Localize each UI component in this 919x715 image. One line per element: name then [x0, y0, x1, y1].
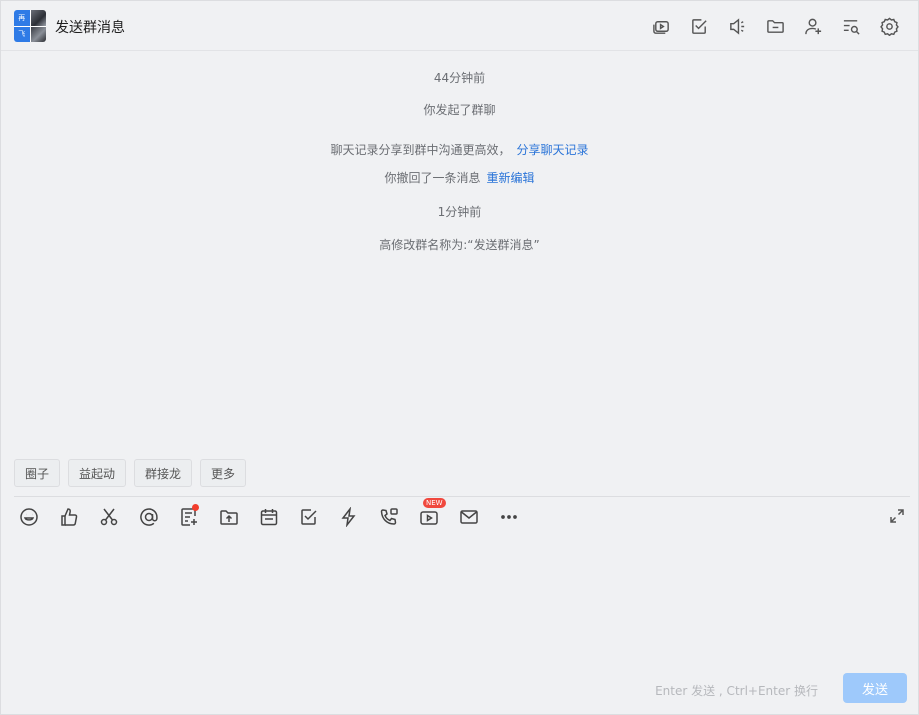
- re-edit-link[interactable]: 重新编辑: [487, 171, 535, 185]
- chat-window: 再 飞 发送群消息 44分钟前 你发起了群聊 聊天记录分享到群中沟通更高效， 分…: [0, 0, 919, 715]
- expand-icon[interactable]: [889, 508, 907, 526]
- search-history-icon[interactable]: [832, 15, 870, 37]
- timestamp: 1分钟前: [437, 205, 482, 219]
- add-member-icon[interactable]: [794, 15, 832, 37]
- chat-header: 再 飞 发送群消息: [1, 1, 918, 51]
- notification-dot: [192, 504, 199, 511]
- share-text: 聊天记录分享到群中沟通更高效，: [330, 143, 511, 157]
- doc-add-icon[interactable]: [169, 504, 209, 530]
- composer-toolbar: NEW: [9, 498, 529, 530]
- scissors-icon[interactable]: [89, 504, 129, 530]
- task-check-icon[interactable]: [289, 504, 329, 530]
- mail-icon[interactable]: [449, 504, 489, 530]
- chip-more[interactable]: 更多: [200, 459, 247, 487]
- file-upload-icon[interactable]: [209, 504, 249, 530]
- emoji-icon[interactable]: [9, 504, 49, 530]
- chip-circle[interactable]: 圈子: [14, 459, 61, 487]
- system-message-rename: 高修改群名称为:“发送群消息”: [379, 238, 540, 252]
- call-icon[interactable]: [369, 504, 409, 530]
- thumbs-up-icon[interactable]: [49, 504, 89, 530]
- system-message-recall: 你撤回了一条消息 重新编辑: [1, 169, 918, 186]
- folder-icon[interactable]: [756, 15, 794, 37]
- screen-share-icon[interactable]: [642, 15, 680, 37]
- send-button[interactable]: 发送: [843, 673, 907, 703]
- mention-icon[interactable]: [129, 504, 169, 530]
- calendar-icon[interactable]: [249, 504, 289, 530]
- share-history-link[interactable]: 分享聊天记录: [517, 143, 589, 157]
- chat-title[interactable]: 发送群消息: [55, 17, 125, 37]
- avatar-tile: 再: [14, 10, 30, 26]
- live-video-icon[interactable]: NEW: [409, 498, 449, 530]
- timestamp: 44分钟前: [433, 71, 486, 85]
- avatar-tile-photo: [30, 10, 46, 26]
- avatar-tile: 飞: [14, 26, 30, 42]
- composer-hint: Enter 发送 , Ctrl+Enter 换行: [655, 684, 818, 698]
- more-icon[interactable]: [489, 504, 529, 530]
- system-message-share: 聊天记录分享到群中沟通更高效， 分享聊天记录: [1, 141, 918, 158]
- chip-yiqidong[interactable]: 益起动: [68, 459, 127, 487]
- system-message-started: 你发起了群聊: [423, 103, 496, 117]
- todo-check-icon[interactable]: [680, 15, 718, 37]
- lightning-icon[interactable]: [329, 504, 369, 530]
- announcement-icon[interactable]: [718, 15, 756, 37]
- new-badge: NEW: [423, 498, 446, 508]
- chip-group-relay[interactable]: 群接龙: [134, 459, 193, 487]
- group-avatar[interactable]: 再 飞: [14, 10, 46, 42]
- composer-divider: [14, 496, 910, 497]
- header-actions: [642, 15, 908, 37]
- avatar-tile-photo: [30, 26, 46, 42]
- quick-app-chips: 圈子 益起动 群接龙 更多: [14, 459, 247, 487]
- recall-text: 你撤回了一条消息: [384, 171, 481, 185]
- settings-icon[interactable]: [870, 15, 908, 37]
